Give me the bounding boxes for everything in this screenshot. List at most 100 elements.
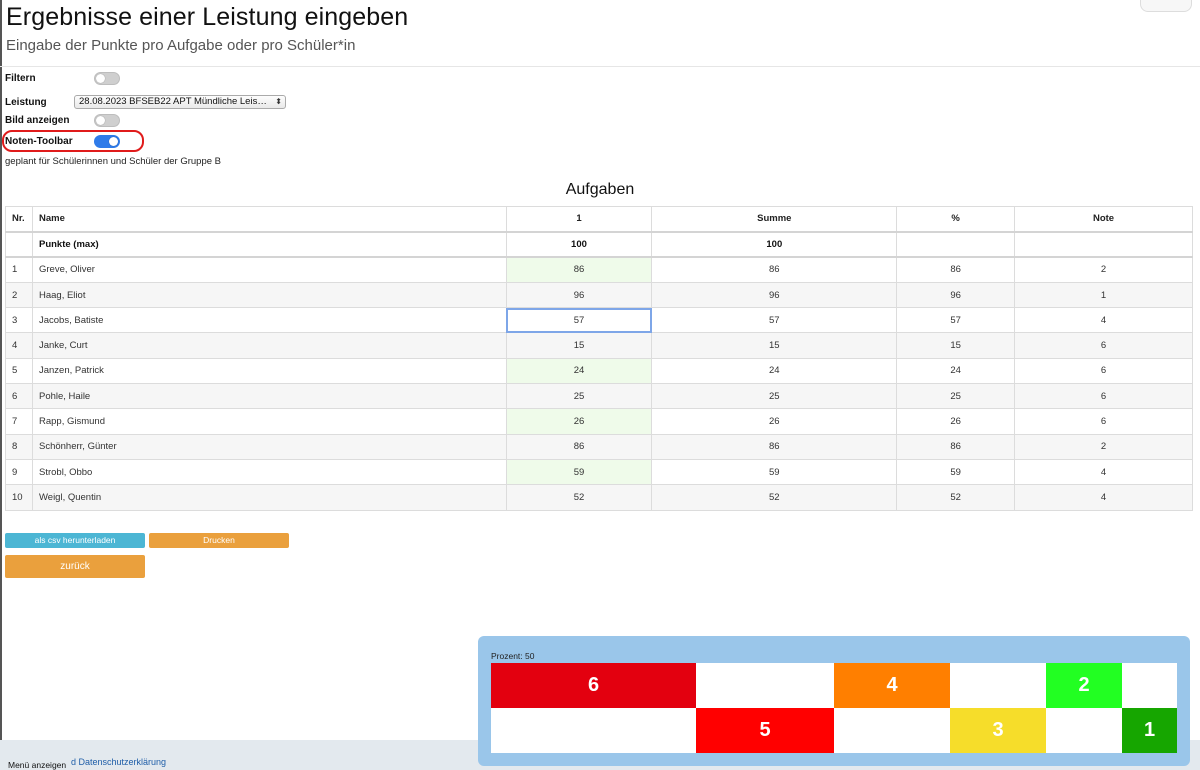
row-task-1-input[interactable]: 24 — [505, 357, 653, 385]
bild-anzeigen-label: Bild anzeigen — [5, 115, 70, 126]
row-task-1-input[interactable]: 26 — [505, 408, 653, 435]
noten-toolbar-toggle[interactable] — [94, 135, 120, 148]
row-note: 6 — [1014, 408, 1193, 435]
table-row: 10 Weigl, Quentin 52 52 52 4 — [5, 484, 1193, 511]
row-nr: 3 — [5, 307, 33, 334]
row-note: 2 — [1014, 433, 1193, 460]
row-nr: 9 — [5, 458, 33, 486]
max-summe: 100 — [651, 231, 898, 259]
row-summe: 26 — [651, 408, 898, 435]
row-percent: 96 — [896, 281, 1016, 309]
row-task-1-input[interactable]: 96 — [505, 281, 653, 309]
results-table: Nr. Name 1 Summe % Note Punkte (max) 100… — [5, 205, 1193, 511]
row-task-1-input[interactable]: 25 — [505, 383, 653, 410]
row-percent: 86 — [896, 433, 1016, 460]
row-summe: 15 — [651, 332, 898, 359]
menu-toggle-link[interactable]: Menü anzeigen — [8, 760, 66, 770]
table-title: Aufgaben — [565, 181, 635, 198]
col-header-note: Note — [1014, 205, 1193, 233]
bild-anzeigen-toggle[interactable] — [94, 114, 120, 127]
grade-cell-1[interactable]: 1 — [1122, 708, 1177, 753]
col-header-task-1: 1 — [505, 205, 653, 233]
select-arrows-icon: ⬍ — [275, 97, 282, 106]
row-note: 6 — [1014, 357, 1193, 385]
row-note: 4 — [1014, 484, 1193, 511]
row-summe: 52 — [651, 484, 898, 511]
table-row: 5 Janzen, Patrick 24 24 24 6 — [5, 357, 1193, 385]
col-header-nr: Nr. — [5, 205, 33, 233]
row-summe: 25 — [651, 383, 898, 410]
row-percent: 15 — [896, 332, 1016, 359]
row-note: 1 — [1014, 281, 1193, 309]
grade-toolbar: Prozent: 50 6 5 4 3 2 1 — [478, 636, 1190, 766]
toggle-knob — [109, 137, 118, 146]
table-row: 2 Haag, Eliot 96 96 96 1 — [5, 281, 1193, 309]
row-summe: 57 — [651, 307, 898, 334]
row-name: Greve, Oliver — [31, 256, 507, 283]
row-task-1-input[interactable]: 86 — [505, 433, 653, 460]
toggle-knob — [96, 116, 105, 125]
table-row: 4 Janke, Curt 15 15 15 6 — [5, 332, 1193, 359]
row-percent: 52 — [896, 484, 1016, 511]
privacy-link[interactable]: d Datenschutzerklärung — [71, 757, 166, 767]
row-note: 4 — [1014, 458, 1193, 486]
col-header-percent: % — [896, 205, 1016, 233]
filter-toggle[interactable] — [94, 72, 120, 85]
max-points-row: Punkte (max) 100 100 — [5, 231, 1193, 259]
grade-toolbar-percent: Prozent: 50 — [491, 651, 535, 661]
grade-cell-5[interactable]: 5 — [696, 708, 834, 753]
row-percent: 26 — [896, 408, 1016, 435]
max-points-label: Punkte (max) — [31, 231, 507, 259]
row-nr: 4 — [5, 332, 33, 359]
row-percent: 25 — [896, 383, 1016, 410]
back-button[interactable]: zurück — [5, 555, 145, 578]
row-task-1-input[interactable]: 86 — [505, 256, 653, 283]
top-right-control[interactable] — [1140, 0, 1192, 12]
col-header-summe: Summe — [651, 205, 898, 233]
grade-cell-6[interactable]: 6 — [491, 663, 696, 708]
max-note-cell — [1014, 231, 1193, 259]
row-nr: 5 — [5, 357, 33, 385]
row-name: Janke, Curt — [31, 332, 507, 359]
row-percent: 57 — [896, 307, 1016, 334]
row-summe: 59 — [651, 458, 898, 486]
grade-cell-4[interactable]: 4 — [834, 663, 950, 708]
max-nr-cell — [5, 231, 33, 259]
table-row: 6 Pohle, Haile 25 25 25 6 — [5, 383, 1193, 410]
grade-cell-2[interactable]: 2 — [1046, 663, 1122, 708]
row-name: Pohle, Haile — [31, 383, 507, 410]
row-task-1-input[interactable]: 57 — [505, 307, 653, 334]
page-title: Ergebnisse einer Leistung eingeben — [6, 3, 409, 31]
table-row: 3 Jacobs, Batiste 57 57 57 4 — [5, 307, 1193, 334]
table-header-row: Nr. Name 1 Summe % Note — [5, 205, 1193, 233]
row-nr: 7 — [5, 408, 33, 435]
table-row: 8 Schönherr, Günter 86 86 86 2 — [5, 433, 1193, 460]
row-summe: 24 — [651, 357, 898, 385]
row-nr: 1 — [5, 256, 33, 283]
grade-cell-3[interactable]: 3 — [950, 708, 1046, 753]
leistung-select[interactable]: 28.08.2023 BFSEB22 APT Mündliche Leis… ⬍ — [74, 95, 286, 109]
row-name: Rapp, Gismund — [31, 408, 507, 435]
row-name: Schönherr, Günter — [31, 433, 507, 460]
row-note: 6 — [1014, 332, 1193, 359]
window-edge — [0, 0, 2, 770]
row-note: 2 — [1014, 256, 1193, 283]
table-row: 7 Rapp, Gismund 26 26 26 6 — [5, 408, 1193, 435]
page-subtitle: Eingabe der Punkte pro Aufgabe oder pro … — [6, 37, 356, 54]
row-note: 4 — [1014, 307, 1193, 334]
row-percent: 86 — [896, 256, 1016, 283]
row-name: Jacobs, Batiste — [31, 307, 507, 334]
table-row: 9 Strobl, Obbo 59 59 59 4 — [5, 458, 1193, 486]
row-name: Weigl, Quentin — [31, 484, 507, 511]
row-task-1-input[interactable]: 52 — [505, 484, 653, 511]
print-button[interactable]: Drucken — [149, 533, 289, 548]
row-percent: 59 — [896, 458, 1016, 486]
col-header-name: Name — [31, 205, 507, 233]
row-task-1-input[interactable]: 59 — [505, 458, 653, 486]
csv-download-button[interactable]: als csv herunterladen — [5, 533, 145, 548]
row-task-1-input[interactable]: 15 — [505, 332, 653, 359]
noten-toolbar-label: Noten-Toolbar — [5, 136, 73, 147]
filter-label: Filtern — [5, 73, 36, 84]
table-row: 1 Greve, Oliver 86 86 86 2 — [5, 256, 1193, 283]
leistung-select-value: 28.08.2023 BFSEB22 APT Mündliche Leis… — [79, 96, 267, 107]
